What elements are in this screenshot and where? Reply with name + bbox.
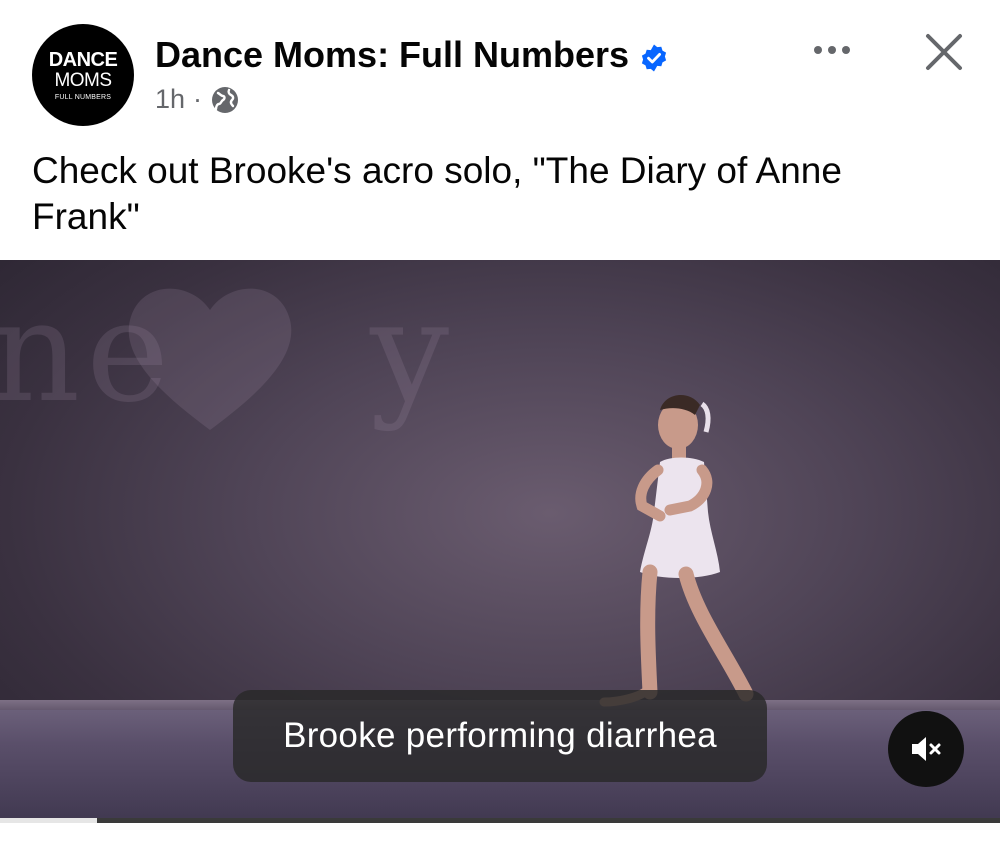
post-timestamp[interactable]: 1h (155, 84, 185, 115)
more-horizontal-icon (814, 46, 822, 54)
more-dot (828, 46, 836, 54)
avatar-logo-line1: DANCE (48, 48, 118, 71)
svg-text:y: y (369, 271, 455, 434)
mute-button[interactable] (888, 711, 964, 787)
page-name-link[interactable]: Dance Moms: Full Numbers (155, 34, 629, 76)
close-icon (926, 34, 962, 70)
globe-icon[interactable] (210, 85, 240, 115)
video-subtitle: Brooke performing diarrhea (233, 690, 767, 782)
meta-separator: · (193, 84, 203, 114)
video-progress-bar[interactable] (0, 818, 1000, 823)
svg-text:ne: ne (0, 271, 175, 434)
page-name-row: Dance Moms: Full Numbers (155, 34, 669, 76)
avatar-logo-line2: MOMS (54, 69, 112, 91)
speaker-muted-icon (912, 737, 941, 761)
post-caption: Check out Brooke's acro solo, "The Diary… (32, 150, 842, 237)
close-button[interactable] (918, 26, 970, 78)
post-header: DANCE MOMS FULL NUMBERS Dance Moms: Full… (0, 0, 1000, 130)
verified-badge-icon (639, 40, 669, 72)
post-meta: 1h · (155, 84, 240, 115)
more-options-button[interactable] (806, 30, 858, 70)
backdrop-logo: ne y (0, 270, 530, 486)
video-progress-fill (0, 818, 97, 823)
more-dot (842, 46, 850, 54)
avatar-logo-line3: FULL NUMBERS (54, 93, 112, 101)
page-avatar[interactable]: DANCE MOMS FULL NUMBERS (32, 24, 134, 126)
